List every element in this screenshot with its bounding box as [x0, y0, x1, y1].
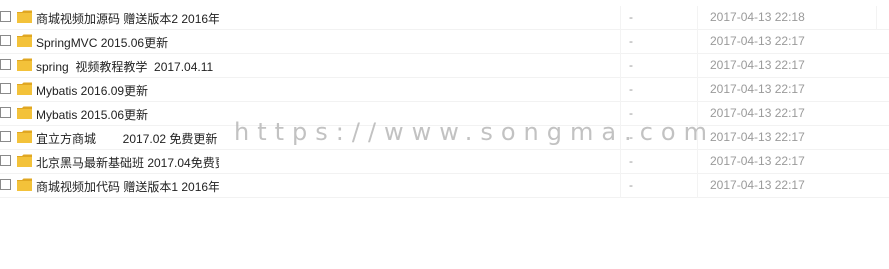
file-row[interactable]: 商城视频加源码 赠送版本2 2016年10月 - 2017-04-13 22:1… — [0, 6, 889, 30]
column-divider — [697, 150, 698, 174]
column-divider — [620, 30, 621, 54]
file-date: 2017-04-13 22:17 — [710, 106, 805, 120]
row-checkbox[interactable] — [0, 11, 11, 22]
file-name[interactable]: SpringMVC 2015.06更新 — [36, 34, 168, 51]
file-name[interactable]: 宜立方商城 2017.02 免费更新 — [36, 130, 217, 147]
file-name[interactable]: Mybatis 2015.06更新 — [36, 106, 148, 123]
folder-icon — [17, 178, 32, 191]
file-row[interactable]: 北京黑马最新基础班 2017.04免费更新 - 2017-04-13 22:17 — [0, 150, 889, 174]
column-divider — [620, 174, 621, 198]
file-row[interactable]: spring 视频教程教学 2017.04.11 - 2017-04-13 22… — [0, 54, 889, 78]
row-checkbox[interactable] — [0, 35, 11, 46]
file-date: 2017-04-13 22:17 — [710, 154, 805, 168]
column-divider — [620, 54, 621, 78]
row-checkbox[interactable] — [0, 83, 11, 94]
file-row[interactable]: SpringMVC 2015.06更新 - 2017-04-13 22:17 — [0, 30, 889, 54]
row-checkbox[interactable] — [0, 59, 11, 70]
row-checkbox[interactable] — [0, 131, 11, 142]
file-date: 2017-04-13 22:17 — [710, 34, 805, 48]
column-divider — [697, 6, 698, 30]
file-size: - — [629, 154, 633, 168]
folder-icon — [17, 82, 32, 95]
file-size: - — [629, 34, 633, 48]
file-name[interactable]: 北京黑马最新基础班 2017.04免费更新 — [36, 154, 219, 171]
file-date: 2017-04-13 22:17 — [710, 130, 805, 144]
folder-icon — [17, 34, 32, 47]
column-divider — [620, 78, 621, 102]
watermark-text: https://www.songma.com — [234, 118, 715, 146]
column-divider — [697, 54, 698, 78]
folder-icon — [17, 106, 32, 119]
column-divider — [620, 150, 621, 174]
folder-icon — [17, 154, 32, 167]
column-divider — [876, 6, 877, 30]
file-date: 2017-04-13 22:17 — [710, 58, 805, 72]
folder-icon — [17, 58, 32, 71]
file-name[interactable]: 商城视频加源码 赠送版本2 2016年10月 — [36, 10, 219, 27]
file-list: 商城视频加源码 赠送版本2 2016年10月 - 2017-04-13 22:1… — [0, 6, 889, 198]
row-checkbox[interactable] — [0, 155, 11, 166]
file-row[interactable]: 商城视频加代码 赠送版本1 2016年9月 - 2017-04-13 22:17 — [0, 174, 889, 198]
file-size: - — [629, 178, 633, 192]
file-date: 2017-04-13 22:17 — [710, 82, 805, 96]
file-size: - — [629, 82, 633, 96]
file-name[interactable]: Mybatis 2016.09更新 — [36, 82, 148, 99]
row-checkbox[interactable] — [0, 179, 11, 190]
file-name[interactable]: 商城视频加代码 赠送版本1 2016年9月 — [36, 178, 219, 195]
column-divider — [697, 78, 698, 102]
file-date: 2017-04-13 22:18 — [710, 10, 805, 24]
column-divider — [697, 30, 698, 54]
folder-icon — [17, 130, 32, 143]
file-row[interactable]: Mybatis 2016.09更新 - 2017-04-13 22:17 — [0, 78, 889, 102]
row-checkbox[interactable] — [0, 107, 11, 118]
column-divider — [620, 6, 621, 30]
file-size: - — [629, 58, 633, 72]
column-divider — [697, 174, 698, 198]
file-size: - — [629, 10, 633, 24]
file-date: 2017-04-13 22:17 — [710, 178, 805, 192]
file-name[interactable]: spring 视频教程教学 2017.04.11 — [36, 58, 213, 75]
folder-icon — [17, 10, 32, 23]
